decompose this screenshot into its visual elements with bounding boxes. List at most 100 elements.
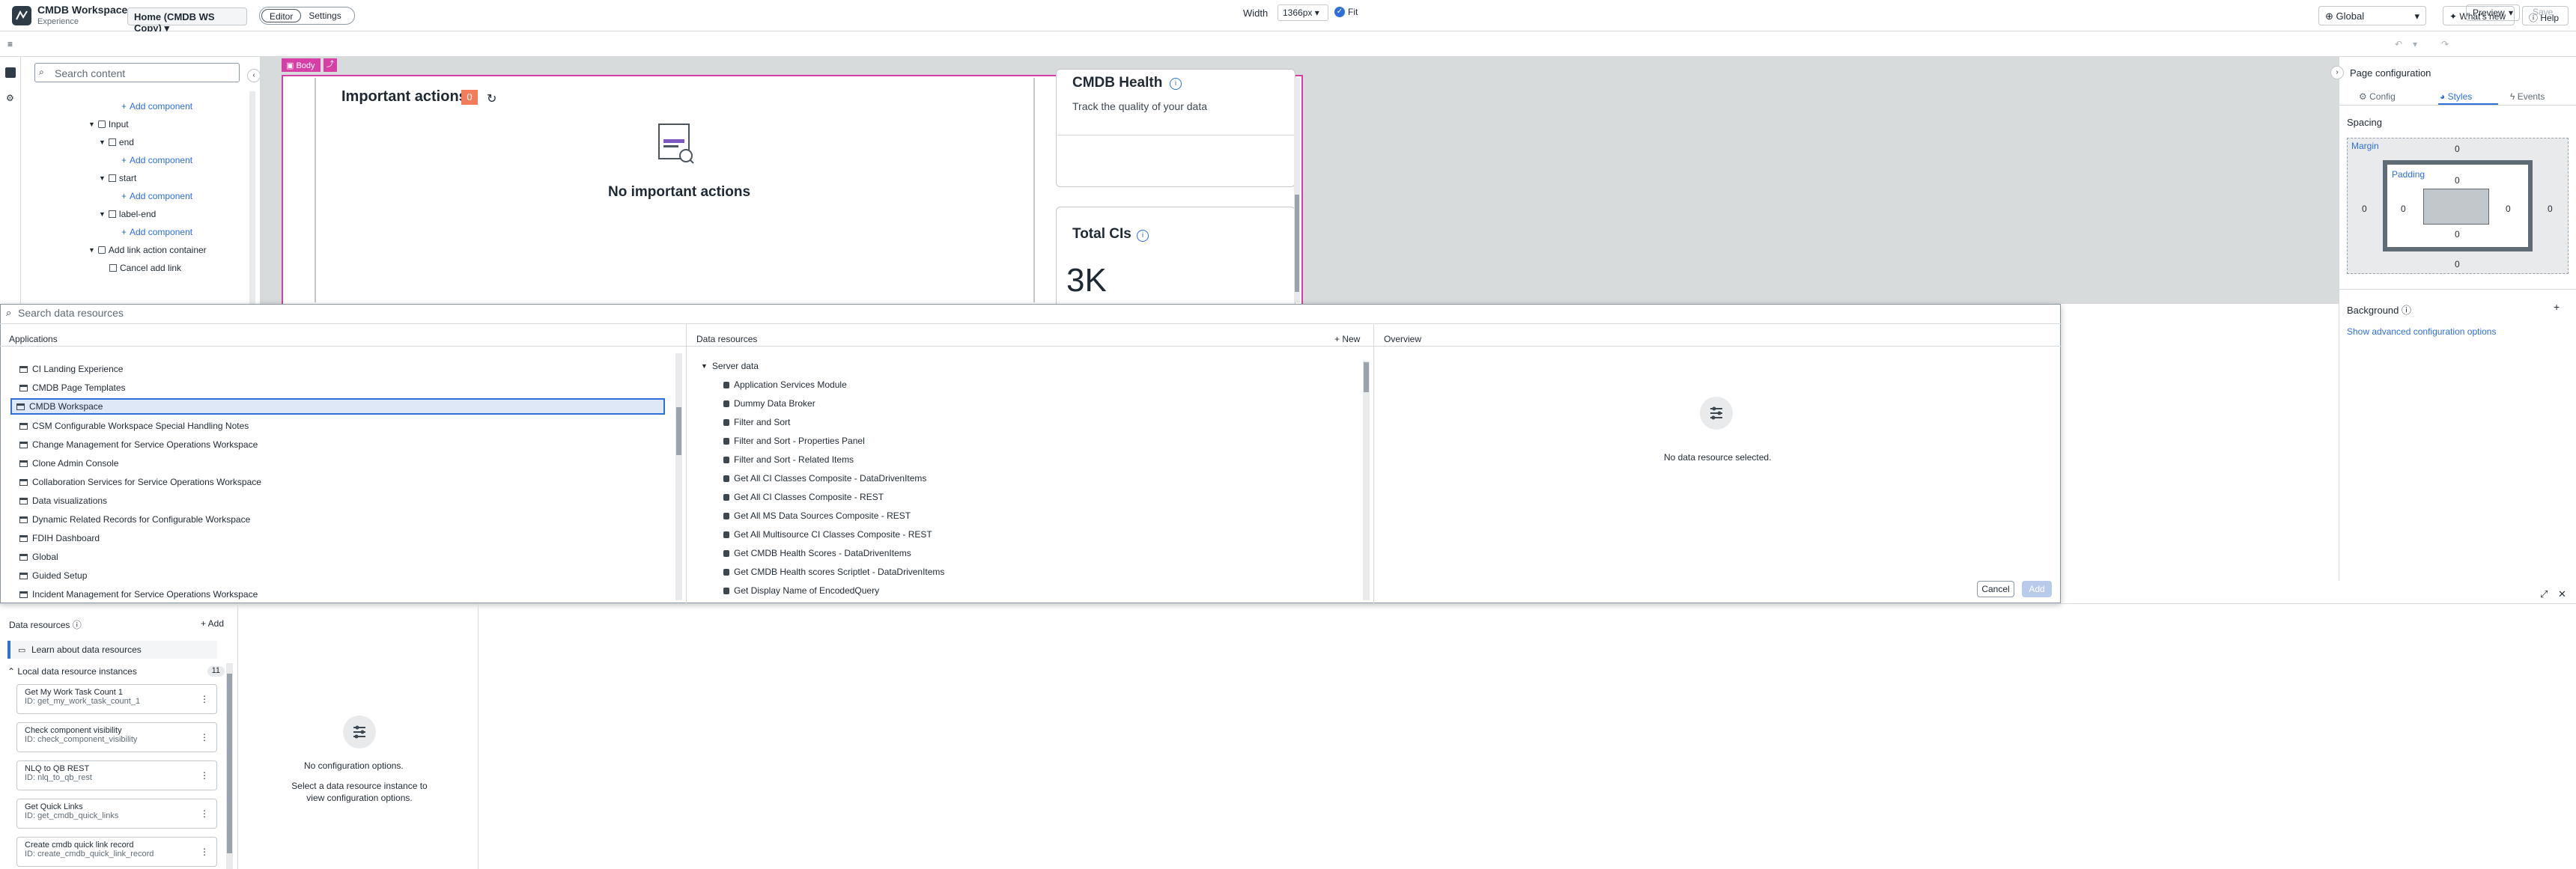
application-item[interactable]: Dynamic Related Records for Configurable… bbox=[15, 511, 659, 528]
collapse-panel-icon[interactable]: › bbox=[2330, 66, 2344, 79]
data-resource-item[interactable]: Get All Multisource CI Classes Composite… bbox=[723, 529, 932, 540]
tree-node[interactable]: ▼ Input bbox=[88, 119, 129, 129]
kebab-menu-icon[interactable]: ⋮ bbox=[200, 770, 209, 781]
margin-top-value[interactable]: 0 bbox=[2455, 144, 2460, 154]
application-item-selected[interactable]: CMDB Workspace bbox=[10, 398, 665, 415]
add-background-icon[interactable]: + bbox=[2554, 301, 2560, 313]
body-tag[interactable]: ▣ Body bbox=[282, 58, 321, 72]
search-content-input[interactable]: Search content bbox=[34, 63, 240, 82]
info-icon[interactable]: ⓘ bbox=[73, 620, 82, 630]
application-item[interactable]: CMDB Page Templates bbox=[15, 379, 659, 396]
tree-node[interactable]: ▼ end bbox=[99, 137, 134, 147]
scrollbar[interactable] bbox=[249, 91, 255, 304]
padding-right-value[interactable]: 0 bbox=[2506, 204, 2511, 214]
data-resource-item[interactable]: Filter and Sort - Related Items bbox=[723, 454, 854, 465]
instance-card[interactable]: Create cmdb quick link record ID: create_… bbox=[16, 837, 217, 867]
width-select[interactable]: 1366px ▾ bbox=[1278, 4, 1328, 21]
server-data-group[interactable]: ▼ Server data bbox=[701, 361, 759, 371]
data-resource-item[interactable]: Application Services Module bbox=[723, 379, 847, 390]
margin-left-value[interactable]: 0 bbox=[2362, 204, 2367, 214]
application-item[interactable]: CI Landing Experience bbox=[15, 361, 659, 377]
tree-add-component[interactable]: + Add component bbox=[121, 191, 192, 201]
undo-menu-icon[interactable]: ▾ bbox=[2413, 39, 2417, 49]
application-item[interactable]: FDIH Dashboard bbox=[15, 530, 659, 546]
application-item[interactable]: Collaboration Services for Service Opera… bbox=[15, 474, 659, 490]
search-data-resources-input[interactable]: Search data resources bbox=[18, 307, 124, 319]
local-instances-group[interactable]: ⌃ Local data resource instances 11 bbox=[7, 666, 225, 677]
instance-card[interactable]: Get My Work Task Count 1 ID: get_my_work_… bbox=[16, 684, 217, 714]
collapse-panel-icon[interactable]: ‹ bbox=[247, 69, 260, 82]
redo-icon[interactable]: ↷ bbox=[2441, 39, 2449, 49]
kebab-menu-icon[interactable]: ⋮ bbox=[200, 732, 209, 743]
kebab-menu-icon[interactable]: ⋮ bbox=[200, 694, 209, 704]
info-icon[interactable]: ⓘ bbox=[2402, 305, 2411, 316]
tree-add-component[interactable]: + Add component bbox=[121, 101, 192, 112]
application-item[interactable]: CSM Configurable Workspace Special Handl… bbox=[15, 418, 659, 434]
refresh-icon[interactable]: ↻ bbox=[487, 91, 496, 106]
data-resource-item[interactable]: Filter and Sort bbox=[723, 417, 790, 427]
learn-about-data-resources[interactable]: Learn about data resources bbox=[7, 641, 217, 659]
resources-scrollbar[interactable] bbox=[1363, 361, 1370, 600]
advanced-config-link[interactable]: Show advanced configuration options bbox=[2347, 326, 2496, 337]
mode-toggle[interactable]: Editor Settings bbox=[259, 7, 355, 25]
application-item[interactable]: Guided Setup bbox=[15, 567, 659, 584]
data-resource-item[interactable]: Get All CI Classes Composite - DataDrive… bbox=[723, 473, 926, 484]
data-resource-item[interactable]: Get CMDB Health scores Scriptlet - DataD… bbox=[723, 567, 944, 577]
tree-node[interactable]: Cancel add link bbox=[109, 263, 181, 273]
tree-add-component[interactable]: + Add component bbox=[121, 227, 192, 237]
tab-styles[interactable]: ◕ Styles bbox=[2440, 91, 2472, 102]
expand-icon[interactable]: ⤢ bbox=[2540, 588, 2548, 600]
applications-scrollbar[interactable] bbox=[675, 353, 682, 600]
no-config-hint: Select a data resource instance to view … bbox=[291, 781, 428, 803]
data-resource-item[interactable]: Get Display Name of EncodedQuery bbox=[723, 585, 879, 596]
instance-card[interactable]: Get Quick Links ID: get_cmdb_quick_links ⋮ bbox=[16, 799, 217, 829]
canvas-scrollbar[interactable] bbox=[1294, 78, 1300, 302]
tree-add-component[interactable]: + Add component bbox=[121, 155, 192, 165]
fit-checkbox[interactable]: ✓ Fit bbox=[1334, 7, 1358, 17]
settings-tab[interactable]: Settings bbox=[301, 9, 348, 22]
preview-button[interactable]: Preview ▾ bbox=[2466, 4, 2520, 21]
save-button[interactable]: Save bbox=[2527, 4, 2567, 21]
padding-left-value[interactable]: 0 bbox=[2401, 204, 2406, 214]
application-item[interactable]: Change Management for Service Operations… bbox=[15, 436, 659, 453]
select-parent-icon[interactable]: ⤴ bbox=[323, 58, 337, 72]
data-resource-item[interactable]: Get All CI Classes Composite - REST bbox=[723, 492, 884, 502]
new-data-resource-button[interactable]: + New bbox=[1334, 334, 1360, 344]
close-icon[interactable]: ✕ bbox=[2558, 588, 2566, 600]
data-resource-item[interactable]: Dummy Data Broker bbox=[723, 398, 815, 409]
tab-events[interactable]: ϟ Events bbox=[2510, 91, 2545, 102]
add-button[interactable]: Add bbox=[2022, 581, 2052, 597]
editor-tab[interactable]: Editor bbox=[261, 9, 302, 22]
instance-card[interactable]: NLQ to QB REST ID: nlq_to_qb_rest ⋮ bbox=[16, 760, 217, 790]
data-resource-item[interactable]: Filter and Sort - Properties Panel bbox=[723, 436, 865, 446]
kebab-menu-icon[interactable]: ⋮ bbox=[200, 847, 209, 857]
application-item[interactable]: Clone Admin Console bbox=[15, 455, 659, 472]
scope-select[interactable]: ⊕ Global ▾ bbox=[2318, 6, 2426, 25]
data-resource-item[interactable]: Get All MS Data Sources Composite - REST bbox=[723, 510, 911, 521]
tree-node[interactable]: ▼ label-end bbox=[99, 209, 156, 219]
menu-icon[interactable]: ≡ bbox=[7, 39, 13, 49]
margin-bottom-value[interactable]: 0 bbox=[2455, 259, 2460, 269]
margin-right-value[interactable]: 0 bbox=[2548, 204, 2553, 214]
undo-icon[interactable]: ↶ bbox=[2395, 39, 2402, 49]
cancel-button[interactable]: Cancel bbox=[1977, 581, 2014, 597]
info-icon[interactable]: i bbox=[1137, 230, 1149, 242]
page-select[interactable]: Home (CMDB WS Copy) ▾ bbox=[127, 7, 247, 34]
tab-config[interactable]: ⚙ Config bbox=[2359, 91, 2396, 102]
tree-node[interactable]: ▼ Add link action container bbox=[88, 245, 207, 255]
padding-bottom-value[interactable]: 0 bbox=[2455, 229, 2460, 240]
add-data-resource-button[interactable]: + Add bbox=[201, 618, 224, 629]
kebab-menu-icon[interactable]: ⋮ bbox=[200, 808, 209, 819]
tree-node[interactable]: ▼ start bbox=[99, 173, 136, 183]
page-structure-icon[interactable] bbox=[5, 67, 16, 78]
instances-scrollbar[interactable] bbox=[226, 663, 233, 869]
data-resource-item[interactable]: Get CMDB Health Scores - DataDrivenItems bbox=[723, 548, 911, 558]
application-item[interactable]: Incident Management for Service Operatio… bbox=[15, 586, 659, 603]
application-item[interactable]: Global bbox=[15, 549, 659, 565]
application-item[interactable]: Data visualizations bbox=[15, 493, 659, 509]
spacing-label: Spacing bbox=[2347, 117, 2382, 128]
instance-card[interactable]: Check component visibility ID: check_comp… bbox=[16, 722, 217, 752]
info-icon[interactable]: i bbox=[1170, 78, 1182, 90]
padding-top-value[interactable]: 0 bbox=[2455, 175, 2460, 186]
data-icon[interactable]: ⚙ bbox=[6, 93, 14, 103]
